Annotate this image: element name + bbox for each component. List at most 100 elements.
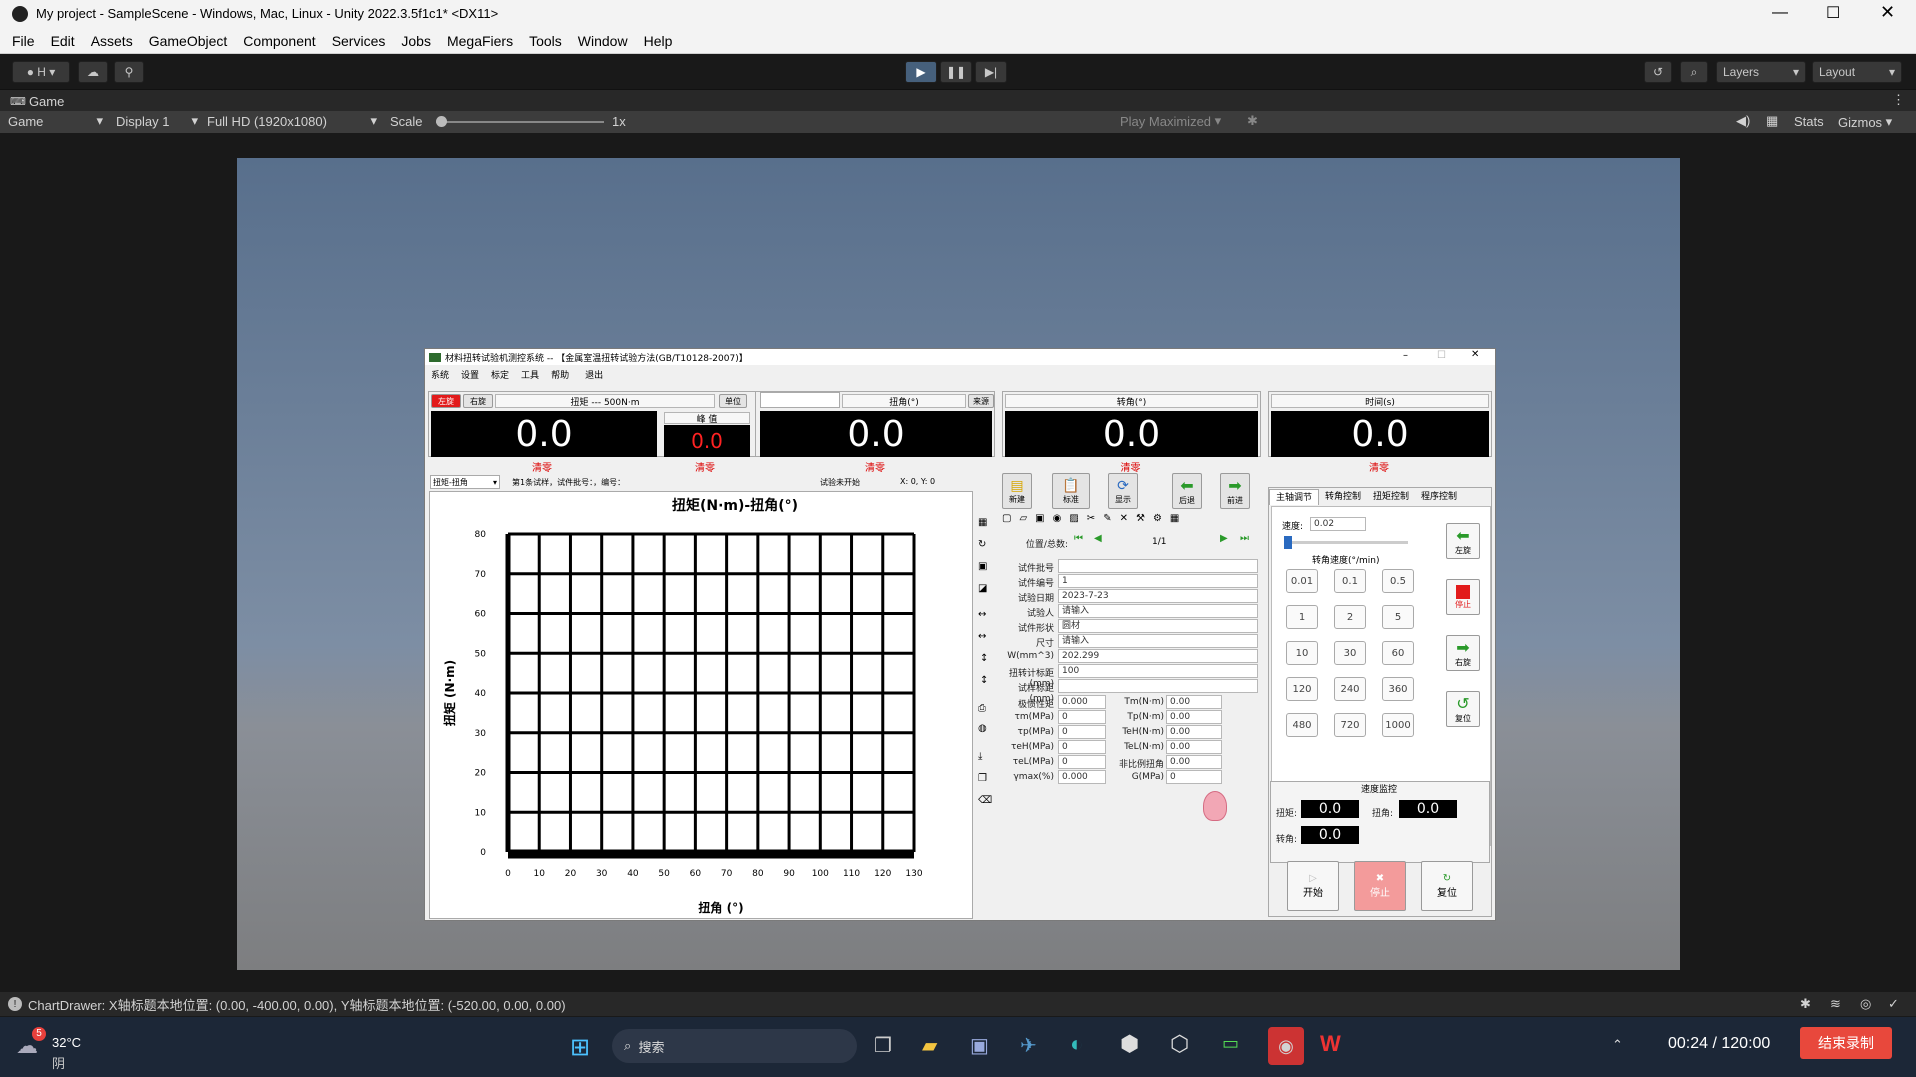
pause-button[interactable]: ❚❚ [940, 61, 972, 83]
chart-tool-refresh-icon[interactable]: ↻ [978, 539, 986, 550]
layout-dropdown[interactable]: Layout ▾ [1812, 61, 1902, 83]
menu-file[interactable]: File [4, 28, 43, 54]
qq-icon[interactable]: ◉ [1268, 1027, 1304, 1065]
form-field-input[interactable]: 202.299 [1058, 649, 1258, 663]
terminal-icon[interactable]: ▭ [1222, 1033, 1239, 1054]
chart-tool-select-icon[interactable]: ▦ [978, 517, 987, 528]
form-field-input[interactable] [1058, 679, 1258, 693]
cut-icon[interactable]: ✂ [1087, 513, 1103, 524]
file-icon[interactable]: ▢ [1002, 513, 1019, 524]
torque-clear-link[interactable]: 清零 [428, 459, 656, 474]
app-menu-settings[interactable]: 设置 [461, 368, 479, 381]
mute-audio-icon[interactable]: ◀) [1736, 113, 1750, 129]
back-button[interactable]: ⬅ 后退 [1172, 473, 1202, 509]
speed-preset-button[interactable]: 1 [1286, 605, 1318, 629]
file-explorer-icon[interactable]: ▰ [922, 1033, 937, 1058]
speed-slider-handle[interactable] [1284, 536, 1292, 549]
right-rotate-toggle[interactable]: 右旋 [463, 394, 493, 408]
cloud-button[interactable]: ☁ [78, 61, 108, 83]
form-field-input[interactable]: 2023-7-23 [1058, 589, 1258, 603]
scale-slider[interactable] [436, 116, 604, 127]
app-menu-exit[interactable]: 退出 [585, 368, 603, 381]
app-close-icon[interactable]: ✕ [1471, 349, 1479, 360]
stop-test-button[interactable]: ✖ 停止 [1354, 861, 1406, 911]
chart-tool-copy-icon[interactable]: ❐ [978, 773, 987, 784]
result-value[interactable]: 0 [1058, 755, 1106, 769]
speed-preset-button[interactable]: 480 [1286, 713, 1318, 737]
standard-button[interactable]: 📋 标准 [1052, 473, 1090, 509]
chart-tool-image-icon[interactable]: ▣ [978, 561, 987, 572]
new-button[interactable]: ▤ 新建 [1002, 473, 1032, 509]
settings-icon[interactable]: ⚙ [1153, 513, 1170, 524]
menu-megafiers[interactable]: MegaFiers [439, 28, 521, 54]
chart-tool-hfit2-icon[interactable]: ↔ [978, 631, 986, 642]
speed-preset-button[interactable]: 240 [1334, 677, 1366, 701]
result-value[interactable]: 0.00 [1166, 740, 1222, 754]
menu-tools[interactable]: Tools [521, 28, 570, 54]
edit-icon[interactable]: ✎ [1103, 513, 1119, 524]
chart-type-select[interactable]: 扭矩-扭角 ▾ [430, 475, 500, 489]
forward-button[interactable]: ➡ 前进 [1220, 473, 1250, 509]
resolution-dropdown[interactable]: Full HD (1920x1080) ▾ [207, 113, 377, 129]
tray-chevron-up-icon[interactable]: ⌃ [1612, 1037, 1623, 1053]
result-value[interactable]: 0 [1058, 725, 1106, 739]
unity-hub-icon[interactable]: ⬢ [1120, 1031, 1139, 1057]
game-mode-dropdown[interactable]: Game ▾ [8, 113, 103, 129]
speed-preset-button[interactable]: 0.01 [1286, 569, 1318, 593]
chart-tool-hfit-icon[interactable]: ↔ [978, 609, 986, 620]
db-icon[interactable]: ◉ [1053, 513, 1070, 524]
play-maximized-dropdown[interactable]: Play Maximized ▾ [1120, 113, 1221, 129]
app-menu-help[interactable]: 帮助 [551, 368, 569, 381]
speed-slider[interactable] [1284, 536, 1408, 549]
speed-input[interactable]: 0.02 [1310, 517, 1366, 531]
unit-button[interactable]: 单位 [719, 394, 747, 408]
speed-preset-button[interactable]: 10 [1286, 641, 1318, 665]
menu-assets[interactable]: Assets [83, 28, 141, 54]
close-icon[interactable]: ✕ [1880, 2, 1895, 23]
stats-button[interactable]: Stats [1794, 114, 1824, 129]
form-field-input[interactable]: 圆材 [1058, 619, 1258, 633]
menu-help[interactable]: Help [636, 28, 681, 54]
network-icon[interactable]: ◎ [1860, 996, 1871, 1012]
peak-clear-link[interactable]: 清零 [662, 459, 748, 474]
form-field-input[interactable]: 请输入 [1058, 604, 1258, 618]
tab-program-control[interactable]: 程序控制 [1415, 489, 1463, 505]
speed-preset-button[interactable]: 1000 [1382, 713, 1414, 737]
speed-preset-button[interactable]: 2 [1334, 605, 1366, 629]
app-menu-system[interactable]: 系统 [431, 368, 449, 381]
play-button[interactable]: ▶ [905, 61, 937, 83]
rotation-clear-link[interactable]: 清零 [1004, 459, 1257, 474]
bug-icon[interactable]: ✱ [1247, 113, 1258, 129]
tools-icon[interactable]: ⚒ [1136, 513, 1153, 524]
source-button[interactable]: 来源 [968, 394, 994, 408]
step-button[interactable]: ▶| [975, 61, 1007, 83]
right-rotate-button[interactable]: ➡ 右旋 [1446, 635, 1480, 671]
form-field-input[interactable]: 100 [1058, 664, 1258, 678]
gizmos-dropdown[interactable]: Gizmos ▾ [1838, 114, 1892, 130]
export-icon[interactable]: ▨ [1069, 513, 1086, 524]
prev-record-icon[interactable]: ◀ [1094, 533, 1102, 544]
app-maximize-icon[interactable]: ☐ [1437, 350, 1446, 361]
speed-preset-button[interactable]: 120 [1286, 677, 1318, 701]
save-icon[interactable]: ▣ [1035, 513, 1052, 524]
grid-icon[interactable]: ▦ [1766, 113, 1778, 129]
result-value[interactable]: 0.000 [1058, 695, 1106, 709]
start-button[interactable]: ▷ 开始 [1287, 861, 1339, 911]
speed-preset-button[interactable]: 360 [1382, 677, 1414, 701]
tab-spindle[interactable]: 主轴调节 [1269, 489, 1320, 505]
menu-jobs[interactable]: Jobs [393, 28, 439, 54]
tab-game[interactable]: ⌨ Game [10, 92, 64, 110]
display-button[interactable]: ⟳ 显示 [1108, 473, 1138, 509]
result-value[interactable]: 0.00 [1166, 710, 1222, 724]
stack-icon[interactable]: ≋ [1830, 996, 1841, 1012]
time-clear-link[interactable]: 清零 [1270, 459, 1488, 474]
menu-window[interactable]: Window [570, 28, 636, 54]
check-icon[interactable]: ✓ [1888, 996, 1899, 1012]
minimize-icon[interactable]: — [1772, 4, 1788, 22]
menu-edit[interactable]: Edit [43, 28, 83, 54]
result-value[interactable]: 0 [1166, 770, 1222, 784]
debug-icon[interactable]: ✱ [1800, 996, 1811, 1012]
end-record-button[interactable]: 结束录制 [1800, 1027, 1892, 1059]
layers-dropdown[interactable]: Layers ▾ [1716, 61, 1806, 83]
delete-icon[interactable]: ✕ [1120, 513, 1136, 524]
